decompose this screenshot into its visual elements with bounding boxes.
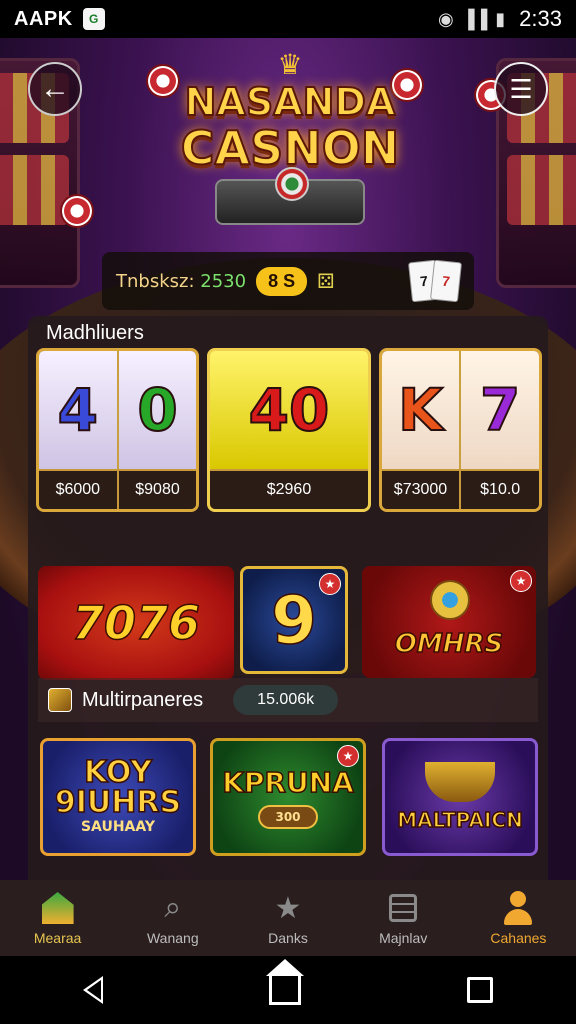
nav-item-favorites[interactable]: ★ Danks [230, 880, 345, 956]
multiplayer-icon [48, 688, 72, 712]
clock: 2:33 [519, 6, 562, 31]
tickets-bar: Tnbsksz: 2530 8 S ⚄ 7 7 [102, 252, 474, 310]
status-bar: AAPK G ◉ ▐▐ ▮ 2:33 [0, 0, 576, 38]
slot-games-row: 4 0 $6000 $9080 40 $2960 K 7 $73000 $10.… [36, 348, 542, 512]
gem-icon [430, 580, 470, 620]
reel-symbol: 40 [210, 351, 368, 469]
game-tile-kpruna[interactable]: KPRUNA 300 ★ [210, 738, 366, 856]
system-recents-icon[interactable] [467, 977, 493, 1003]
slot-price: $2960 [266, 481, 312, 498]
slot-price: $6000 [39, 471, 119, 509]
casino-logo: ♛ NASANDA CASNON [168, 48, 412, 238]
nav-item-calendar[interactable]: Majnlav [346, 880, 461, 956]
profile-icon [500, 890, 536, 926]
carrier-label: AAPK [14, 7, 73, 30]
signal-icon: ▐▐ [461, 8, 488, 29]
badge-icon: ★ [319, 573, 341, 595]
arrow-left-icon: ← [40, 72, 70, 105]
game-title: KPRUNA [221, 765, 354, 800]
nav-label: Danks [268, 930, 308, 946]
game-tile-7076[interactable]: 7076 [38, 566, 234, 680]
back-button[interactable]: ← [28, 62, 82, 116]
slot-game-card[interactable]: 40 $2960 [207, 348, 371, 512]
menu-icon: ☰ [509, 73, 533, 104]
tickets-value: 2530 [200, 270, 247, 292]
reel-symbol: 7 [461, 351, 539, 469]
nav-label: Wanang [146, 930, 199, 946]
game-title: 7076 [71, 595, 201, 651]
chip-decoration [60, 194, 94, 228]
tickets-pill[interactable]: 8 S [256, 266, 308, 296]
slot-price: $73000 [382, 471, 462, 509]
game-subtitle: SAUHAAY [80, 819, 156, 835]
badge-icon: ★ [510, 570, 532, 592]
game-tile-maltpaicn[interactable]: MALTPAICN [382, 738, 538, 856]
reel-symbol: 4 [39, 351, 119, 469]
home-icon [40, 890, 76, 926]
logo-title-line2: CASNON [180, 121, 401, 175]
nav-label: Cahanes [490, 930, 547, 946]
calendar-icon [385, 890, 421, 926]
games-panel: Madhliuers 4 0 $6000 $9080 40 $2960 K 7 … [28, 316, 548, 956]
slot-game-card[interactable]: K 7 $73000 $10.0 [378, 348, 542, 512]
wifi-icon: ◉ [438, 8, 454, 29]
playing-cards-icon: 7 7 [407, 259, 463, 303]
section-title: Madhliuers [46, 322, 144, 344]
game-title: 9 [270, 581, 317, 660]
game-tile-9[interactable]: 9 ★ [240, 566, 348, 674]
treasure-pot-icon [425, 762, 495, 802]
multiplayer-value: 15.006k [233, 685, 339, 715]
bottom-navigation: Mearaa ⌕ Wanang ★ Danks Majnlav Cahanes [0, 880, 576, 956]
system-home-icon[interactable] [266, 959, 304, 1005]
game-subtitle: 300 [258, 804, 318, 829]
search-icon: ⌕ [164, 891, 182, 924]
nav-item-profile[interactable]: Cahanes [461, 880, 576, 956]
emblem-icon [275, 167, 309, 201]
nav-item-search[interactable]: ⌕ Wanang [115, 880, 230, 956]
game-title: KOY 9IUHRS [54, 755, 182, 820]
dice-icon: ⚄ [317, 270, 335, 293]
logo-title-line1: NASANDA [184, 80, 397, 124]
menu-button[interactable]: ☰ [494, 62, 548, 116]
reel-symbol: K [381, 351, 462, 469]
battery-icon: ▮ [495, 8, 506, 29]
game-tile-omhrs[interactable]: OMHRS ★ [362, 566, 536, 678]
casino-app: ← ☰ ♛ NASANDA CASNON Tnbsksz: 2530 8 S ⚄… [0, 38, 576, 956]
slot-game-card[interactable]: 4 0 $6000 $9080 [36, 348, 200, 512]
reel-symbol: 0 [118, 351, 197, 469]
star-icon: ★ [274, 891, 302, 925]
nav-label: Majnlav [379, 930, 428, 946]
badge-icon: ★ [337, 745, 359, 767]
slot-price: $10.0 [480, 481, 521, 498]
multiplayer-label: Multirpaneres [82, 688, 204, 711]
system-navigation-bar [0, 956, 576, 1024]
nav-label: Mearaa [33, 930, 82, 946]
system-back-icon[interactable] [83, 976, 103, 1004]
game-title: OMHRS [394, 628, 504, 660]
logo-pedestal [215, 167, 365, 225]
game-title: MALTPAICN [396, 807, 523, 833]
nav-item-home[interactable]: Mearaa [0, 880, 115, 956]
multiplayer-bar[interactable]: Multirpaneres 15.006k [38, 678, 538, 722]
game-tile-koy[interactable]: KOY 9IUHRS SAUHAAY [40, 738, 196, 856]
crown-icon: ♛ [277, 49, 303, 80]
slot-price: $9080 [135, 481, 180, 498]
app-badge-icon: G [82, 8, 105, 30]
tickets-label: Tnbsksz: 2530 [116, 270, 247, 292]
playing-card: 7 [429, 259, 463, 303]
